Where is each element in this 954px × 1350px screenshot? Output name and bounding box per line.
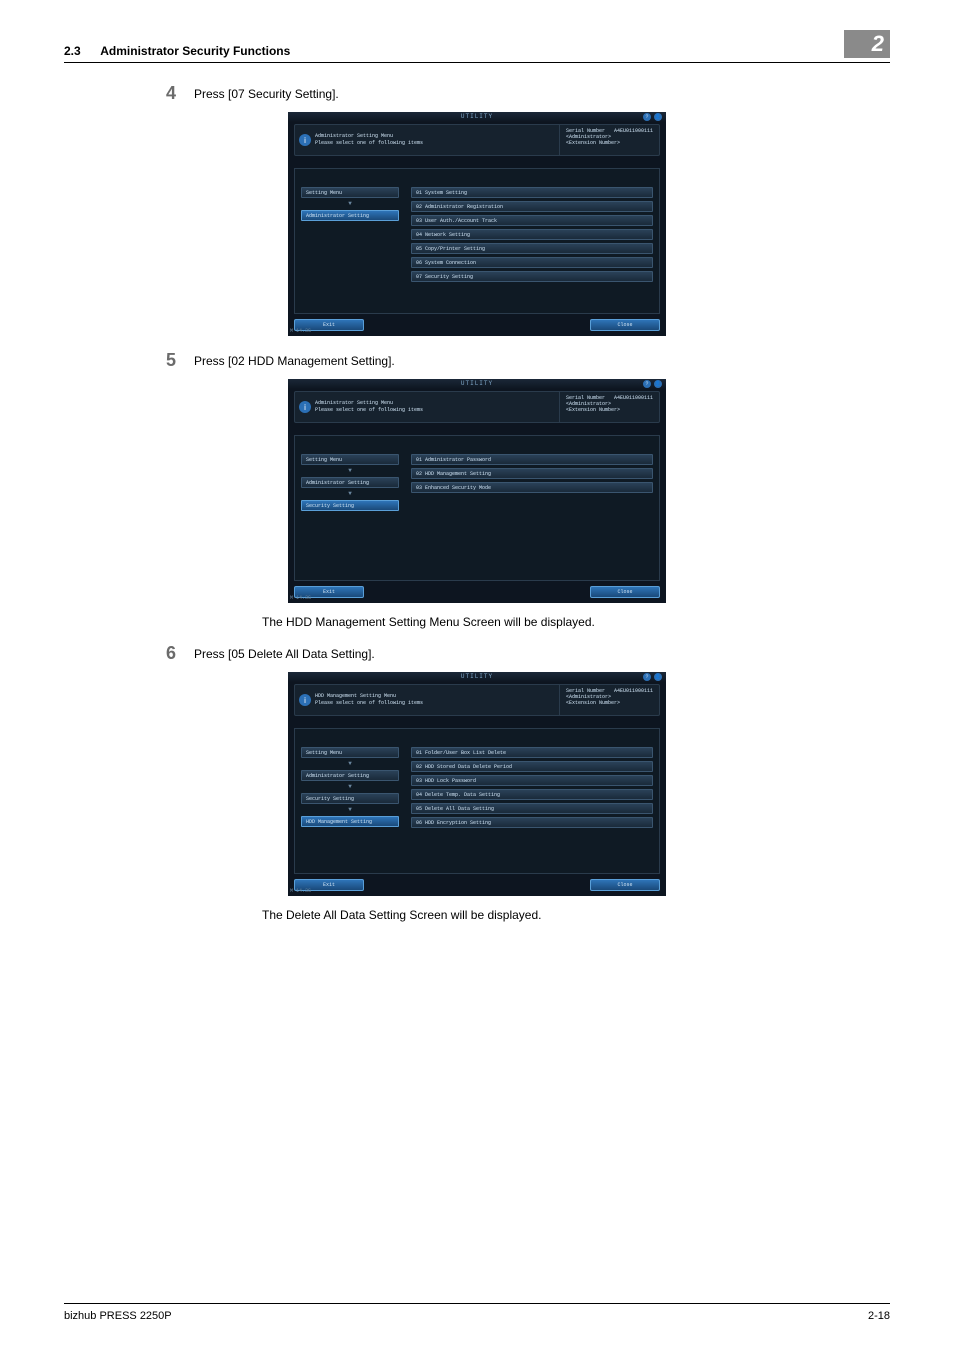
menu-item[interactable]: 01 System Setting — [411, 187, 653, 198]
product-name: bizhub PRESS 2250P — [64, 1310, 172, 1322]
header-left: i HDD Management Setting Menu Please sel… — [295, 685, 559, 715]
close-button[interactable]: Close — [590, 319, 660, 331]
topbar-icons: ? 👤 — [643, 673, 662, 681]
memory-indicator: M 14.3G — [290, 328, 311, 334]
breadcrumb-item[interactable]: Security Setting — [301, 500, 399, 511]
menu-item[interactable]: 02 Administrator Registration — [411, 201, 653, 212]
result-text: The HDD Management Setting Menu Screen w… — [262, 615, 890, 629]
screenshot-1: UTILITY ? 👤 i Administrator Setting Menu… — [288, 112, 666, 336]
breadcrumb-column: Setting Menu ▼ Administrator Setting ▼ S… — [295, 729, 405, 873]
help-icon[interactable]: ? — [643, 113, 651, 121]
step-5: 5 Press [02 HDD Management Setting]. — [148, 350, 890, 371]
footer-bar: Exit Close — [294, 585, 660, 599]
menu-column: 01 System Setting 02 Administrator Regis… — [405, 169, 659, 313]
menu-item[interactable]: 04 Delete Temp. Data Setting — [411, 789, 653, 800]
breadcrumb-item[interactable]: Setting Menu — [301, 454, 399, 465]
menu-item[interactable]: 02 HDD Management Setting — [411, 468, 653, 479]
chevron-down-icon: ▼ — [301, 202, 399, 206]
page-footer: bizhub PRESS 2250P 2-18 — [64, 1303, 890, 1322]
step-6: 6 Press [05 Delete All Data Setting]. — [148, 643, 890, 664]
menu-column: 01 Administrator Password 02 HDD Managem… — [405, 436, 659, 580]
info-icon: i — [299, 401, 311, 413]
close-button[interactable]: Close — [590, 879, 660, 891]
menu-item[interactable]: 02 HDD Stored Data Delete Period — [411, 761, 653, 772]
chevron-down-icon: ▼ — [301, 492, 399, 496]
header-bar: i Administrator Setting Menu Please sele… — [294, 391, 660, 423]
screenshot-3: UTILITY ? 👤 i HDD Management Setting Men… — [288, 672, 666, 896]
header-right: Serial Number A4EU011000111 <Administrat… — [559, 392, 659, 422]
result-text: The Delete All Data Setting Screen will … — [262, 908, 890, 922]
breadcrumb-column: Setting Menu ▼ Administrator Setting — [295, 169, 405, 313]
info-icon: i — [299, 694, 311, 706]
breadcrumb-item[interactable]: Administrator Setting — [301, 477, 399, 488]
menu-item[interactable]: 04 Network Setting — [411, 229, 653, 240]
step-number: 6 — [148, 643, 176, 664]
section-title: 2.3 Administrator Security Functions — [64, 44, 290, 58]
menu-item[interactable]: 03 HDD Lock Password — [411, 775, 653, 786]
breadcrumb-item[interactable]: Setting Menu — [301, 187, 399, 198]
breadcrumb-column: Setting Menu ▼ Administrator Setting ▼ S… — [295, 436, 405, 580]
topbar-icons: ? 👤 — [643, 113, 662, 121]
breadcrumb-item[interactable]: Administrator Setting — [301, 770, 399, 781]
menu-item[interactable]: 05 Delete All Data Setting — [411, 803, 653, 814]
step-text: Press [05 Delete All Data Setting]. — [194, 643, 375, 661]
header-right: Serial Number A4EU011000111 <Administrat… — [559, 125, 659, 155]
step-number: 4 — [148, 83, 176, 104]
header-left: i Administrator Setting Menu Please sele… — [295, 125, 559, 155]
menu-item[interactable]: 01 Folder/User Box List Delete — [411, 747, 653, 758]
section-number: 2.3 — [64, 44, 81, 58]
chapter-badge: 2 — [844, 30, 890, 58]
body-area: Setting Menu ▼ Administrator Setting 01 … — [294, 168, 660, 314]
header-text: Administrator Setting Menu Please select… — [315, 400, 423, 414]
memory-indicator: M 14.3G — [290, 595, 311, 601]
menu-item[interactable]: 03 User Auth./Account Track — [411, 215, 653, 226]
header-bar: i HDD Management Setting Menu Please sel… — [294, 684, 660, 716]
user-icon[interactable]: 👤 — [654, 673, 662, 681]
header-left: i Administrator Setting Menu Please sele… — [295, 392, 559, 422]
chevron-down-icon: ▼ — [301, 808, 399, 812]
topbar-icons: ? 👤 — [643, 380, 662, 388]
header-bar: i Administrator Setting Menu Please sele… — [294, 124, 660, 156]
menu-item[interactable]: 01 Administrator Password — [411, 454, 653, 465]
menu-item[interactable]: 03 Enhanced Security Mode — [411, 482, 653, 493]
menu-item[interactable]: 05 Copy/Printer Setting — [411, 243, 653, 254]
window-title: UTILITY — [461, 112, 493, 120]
document-page: 2.3 Administrator Security Functions 2 4… — [0, 0, 954, 1350]
body-area: Setting Menu ▼ Administrator Setting ▼ S… — [294, 435, 660, 581]
page-header: 2.3 Administrator Security Functions 2 — [64, 30, 890, 63]
menu-item[interactable]: 07 Security Setting — [411, 271, 653, 282]
memory-indicator: M 14.3G — [290, 888, 311, 894]
header-text: HDD Management Setting Menu Please selec… — [315, 693, 423, 707]
menu-item[interactable]: 06 System Connection — [411, 257, 653, 268]
user-icon[interactable]: 👤 — [654, 113, 662, 121]
chevron-down-icon: ▼ — [301, 762, 399, 766]
step-text: Press [07 Security Setting]. — [194, 83, 339, 101]
window-title: UTILITY — [461, 672, 493, 680]
help-icon[interactable]: ? — [643, 673, 651, 681]
screenshot-2: UTILITY ? 👤 i Administrator Setting Menu… — [288, 379, 666, 603]
footer-bar: Exit Close — [294, 318, 660, 332]
header-right: Serial Number A4EU011000111 <Administrat… — [559, 685, 659, 715]
window-title: UTILITY — [461, 379, 493, 387]
page-number: 2-18 — [868, 1310, 890, 1322]
step-text: Press [02 HDD Management Setting]. — [194, 350, 395, 368]
breadcrumb-item[interactable]: Administrator Setting — [301, 210, 399, 221]
info-icon: i — [299, 134, 311, 146]
footer-bar: Exit Close — [294, 878, 660, 892]
close-button[interactable]: Close — [590, 586, 660, 598]
step-4: 4 Press [07 Security Setting]. — [148, 83, 890, 104]
chevron-down-icon: ▼ — [301, 785, 399, 789]
breadcrumb-item[interactable]: Setting Menu — [301, 747, 399, 758]
breadcrumb-item[interactable]: Security Setting — [301, 793, 399, 804]
breadcrumb-item[interactable]: HDD Management Setting — [301, 816, 399, 827]
step-number: 5 — [148, 350, 176, 371]
section-name: Administrator Security Functions — [100, 44, 290, 58]
menu-column: 01 Folder/User Box List Delete 02 HDD St… — [405, 729, 659, 873]
body-area: Setting Menu ▼ Administrator Setting ▼ S… — [294, 728, 660, 874]
menu-item[interactable]: 06 HDD Encryption Setting — [411, 817, 653, 828]
user-icon[interactable]: 👤 — [654, 380, 662, 388]
chevron-down-icon: ▼ — [301, 469, 399, 473]
help-icon[interactable]: ? — [643, 380, 651, 388]
header-text: Administrator Setting Menu Please select… — [315, 133, 423, 147]
